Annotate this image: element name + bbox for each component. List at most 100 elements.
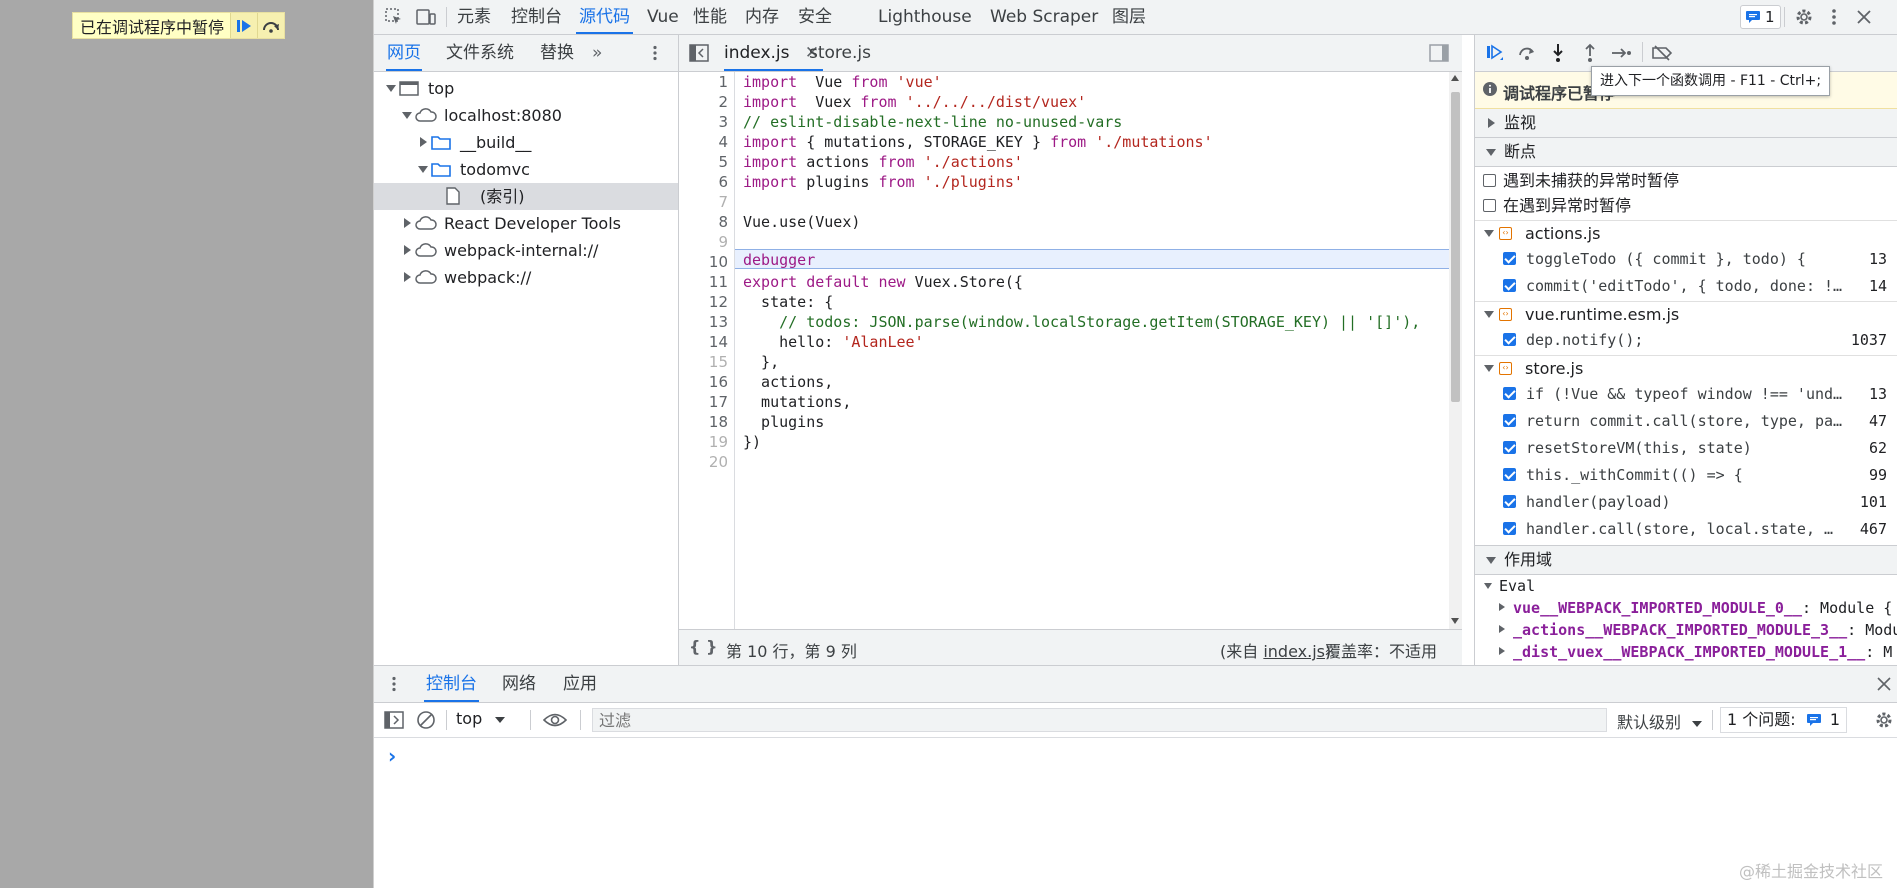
collapse-arrow-icon[interactable] <box>1499 603 1505 611</box>
step-icon[interactable] <box>1610 41 1634 65</box>
step-into-icon[interactable] <box>1546 41 1570 65</box>
console-prompt[interactable]: › <box>388 744 396 768</box>
pretty-print-icon[interactable]: { } <box>689 637 717 656</box>
scope-variable[interactable]: _dist_vuex__WEBPACK_IMPORTED_MODULE_1__:… <box>1475 641 1897 663</box>
toggle-debugger-sidebar-icon[interactable] <box>1427 41 1451 65</box>
tree-item-react-devtools[interactable]: React Developer Tools <box>374 210 678 237</box>
line-number[interactable]: 6 <box>688 172 728 192</box>
line-number[interactable]: 2 <box>688 92 728 112</box>
expand-arrow-icon[interactable] <box>386 85 396 92</box>
scope-section-header[interactable]: 作用域 <box>1475 545 1897 575</box>
line-number[interactable]: 16 <box>688 372 728 392</box>
breakpoint-checkbox[interactable] <box>1503 333 1516 346</box>
line-number[interactable]: 15 <box>688 352 728 372</box>
line-number[interactable]: 5 <box>688 152 728 172</box>
breakpoint-checkbox[interactable] <box>1503 441 1516 454</box>
tab-security[interactable]: 安全 <box>798 0 832 34</box>
context-selector[interactable]: top <box>456 709 506 728</box>
tab-vue[interactable]: Vue <box>647 0 679 34</box>
navigator-menu-icon[interactable] <box>643 41 667 65</box>
tab-filesystem[interactable]: 文件系统 <box>446 35 514 71</box>
expand-arrow-icon[interactable] <box>1484 230 1494 237</box>
breakpoint-file-vue-runtime[interactable]: ‹› vue.runtime.esm.js <box>1475 301 1897 328</box>
tab-page[interactable]: 网页 <box>386 35 422 71</box>
collapse-arrow-icon[interactable] <box>1499 647 1505 655</box>
tree-item-webpack[interactable]: webpack:// <box>374 264 678 291</box>
line-number[interactable]: 7 <box>688 192 728 212</box>
breakpoint-checkbox[interactable] <box>1503 387 1516 400</box>
toggle-sidebar-icon[interactable] <box>382 708 406 732</box>
line-number[interactable]: 11 <box>688 272 728 292</box>
line-number[interactable]: 19 <box>688 432 728 452</box>
inspect-element-icon[interactable] <box>382 5 406 29</box>
editor-tab-store-js[interactable]: store.js <box>809 35 871 71</box>
line-number[interactable]: 8 <box>688 212 728 232</box>
breakpoint-item[interactable]: toggleTodo ({ commit }, todo) { 13 <box>1475 246 1897 273</box>
line-number[interactable]: 13 <box>688 312 728 332</box>
device-toolbar-icon[interactable] <box>414 5 438 29</box>
live-expression-eye-icon[interactable] <box>543 708 567 732</box>
pause-uncaught-exceptions-option[interactable]: 遇到未捕获的异常时暂停 <box>1475 168 1897 194</box>
tree-item-build[interactable]: __build__ <box>374 129 678 156</box>
watch-section-header[interactable]: 监视 <box>1475 109 1897 138</box>
tree-item-index[interactable]: (索引) <box>374 183 678 210</box>
expand-arrow-icon[interactable] <box>1484 311 1494 318</box>
breakpoint-item[interactable]: if (!Vue && typeof window !== 'und… 13 <box>1475 381 1897 408</box>
scope-variable[interactable]: _actions__WEBPACK_IMPORTED_MODULE_3__: M… <box>1475 619 1897 641</box>
scope-variable[interactable]: vue__WEBPACK_IMPORTED_MODULE_0__: Module… <box>1475 597 1897 619</box>
console-issues-button[interactable]: 1 个问题: 1 <box>1720 707 1848 733</box>
breakpoint-file-store-js[interactable]: ‹› store.js <box>1475 355 1897 382</box>
step-over-icon[interactable] <box>257 13 285 38</box>
breakpoint-item[interactable]: resetStoreVM(this, state) 62 <box>1475 435 1897 462</box>
tree-item-webpack-internal[interactable]: webpack-internal:// <box>374 237 678 264</box>
line-number[interactable]: 4 <box>688 132 728 152</box>
line-number[interactable]: 3 <box>688 112 728 132</box>
scroll-down-icon[interactable] <box>1451 618 1459 624</box>
origin-file-link[interactable]: index.js <box>1263 642 1325 661</box>
collapse-arrow-icon[interactable] <box>404 218 411 228</box>
scope-group-eval[interactable]: Eval <box>1475 575 1897 597</box>
collapse-arrow-icon[interactable] <box>404 245 411 255</box>
line-number[interactable]: 12 <box>688 292 728 312</box>
breakpoint-checkbox[interactable] <box>1503 252 1516 265</box>
scrollbar-thumb[interactable] <box>1451 92 1460 402</box>
tab-elements[interactable]: 元素 <box>457 0 491 34</box>
collapse-arrow-icon[interactable] <box>420 137 427 147</box>
tab-lighthouse[interactable]: Lighthouse <box>878 0 972 34</box>
expand-arrow-icon[interactable] <box>1484 365 1494 372</box>
drawer-tab-network[interactable]: 网络 <box>502 666 536 702</box>
resume-icon[interactable] <box>1483 41 1507 65</box>
resume-icon[interactable] <box>230 13 258 38</box>
close-devtools-icon[interactable] <box>1852 5 1876 29</box>
settings-gear-icon[interactable] <box>1792 5 1816 29</box>
breakpoint-checkbox[interactable] <box>1503 279 1516 292</box>
breakpoint-item[interactable]: commit('editTodo', { todo, done: !… 14 <box>1475 273 1897 300</box>
clear-console-icon[interactable] <box>414 708 438 732</box>
tree-item-todomvc[interactable]: todomvc <box>374 156 678 183</box>
line-number[interactable]: 17 <box>688 392 728 412</box>
expand-arrow-icon[interactable] <box>1484 583 1492 589</box>
step-out-icon[interactable] <box>1578 41 1602 65</box>
line-number[interactable]: 10 <box>688 252 728 272</box>
toggle-navigator-icon[interactable] <box>687 41 711 65</box>
breakpoint-item[interactable]: handler.call(store, local.state, … 467 <box>1475 516 1897 543</box>
more-menu-icon[interactable] <box>1822 5 1846 29</box>
breakpoint-checkbox[interactable] <box>1503 468 1516 481</box>
editor-scrollbar[interactable] <box>1449 72 1462 629</box>
tree-item-top[interactable]: top <box>374 75 678 102</box>
line-number[interactable]: 9 <box>688 232 728 252</box>
breakpoints-section-header[interactable]: 断点 <box>1475 138 1897 167</box>
log-level-selector[interactable]: 默认级别 <box>1617 709 1703 733</box>
line-number[interactable]: 18 <box>688 412 728 432</box>
line-number[interactable]: 14 <box>688 332 728 352</box>
expand-arrow-icon[interactable] <box>418 166 428 173</box>
pause-uncaught-checkbox[interactable] <box>1483 174 1496 187</box>
tab-layers[interactable]: 图层 <box>1112 0 1146 34</box>
close-drawer-icon[interactable] <box>1872 672 1896 696</box>
tab-performance[interactable]: 性能 <box>693 0 727 34</box>
breakpoint-checkbox[interactable] <box>1503 414 1516 427</box>
breakpoint-checkbox[interactable] <box>1503 522 1516 535</box>
drawer-tab-application[interactable]: 应用 <box>563 666 597 702</box>
collapse-arrow-icon[interactable] <box>404 272 411 282</box>
console-filter-input[interactable] <box>592 708 1607 732</box>
